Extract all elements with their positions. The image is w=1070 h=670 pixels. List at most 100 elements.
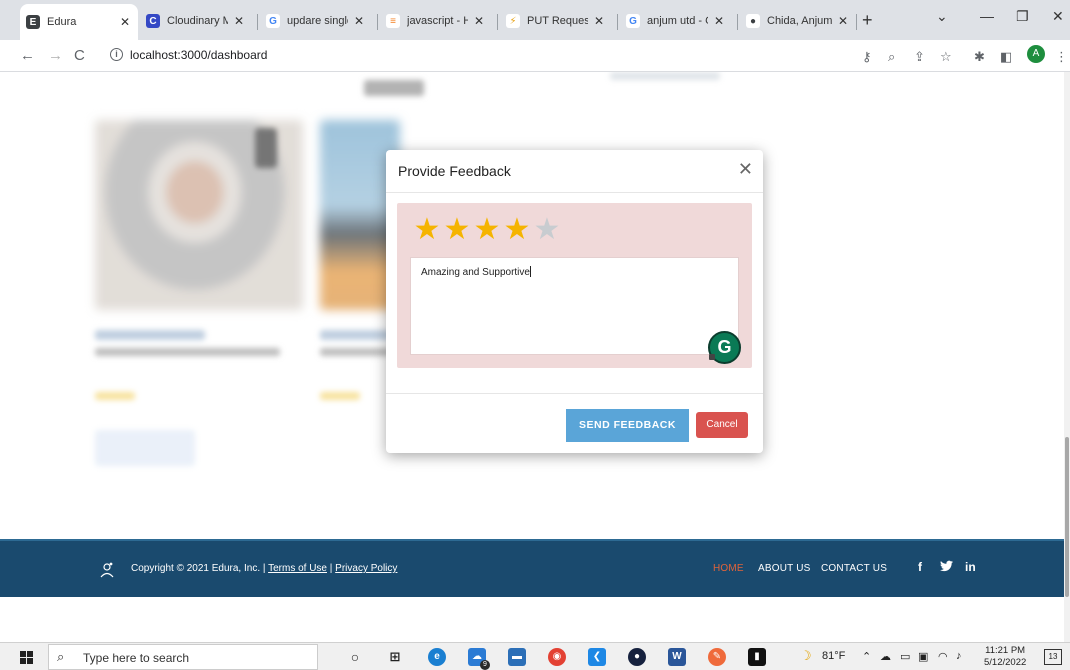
tab-edura[interactable]: E Edura ✕	[20, 4, 138, 40]
terms-of-use-link[interactable]: Terms of Use	[268, 563, 327, 574]
forward-arrow-icon[interactable]: →	[48, 47, 63, 64]
share-icon[interactable]: ⇪	[914, 49, 925, 65]
feedback-modal: Provide Feedback ✕ ★ ★ ★ ★ ★ Amazing and Sup…	[386, 150, 763, 453]
wifi-icon[interactable]: ◠	[938, 650, 948, 663]
file-explorer-icon[interactable]: ▬	[508, 648, 526, 666]
tab-separator	[497, 14, 498, 30]
send-feedback-button[interactable]: SEND FEEDBACK	[566, 409, 689, 442]
weather-temperature[interactable]: 81°F	[822, 650, 845, 662]
edge-browser-icon[interactable]: e	[428, 648, 446, 666]
google-favicon-icon: G	[626, 14, 640, 28]
tab-separator	[617, 14, 618, 30]
tab-chida-anjum[interactable]: ● Chida, Anjum ✕	[740, 7, 856, 35]
restore-icon[interactable]: ❐	[1016, 8, 1029, 25]
zoom-icon[interactable]: ⌕	[888, 49, 895, 65]
close-window-icon[interactable]: ✕	[1052, 8, 1064, 25]
tab-separator	[737, 14, 738, 30]
taskbar-search-box[interactable]: ⌕ Type here to search	[48, 644, 318, 670]
notification-count: 13	[1048, 652, 1058, 661]
back-arrow-icon[interactable]: ←	[20, 47, 35, 64]
star-icon-2[interactable]: ★	[442, 215, 472, 245]
tab-google-update[interactable]: G updare single ✕	[260, 7, 372, 35]
profile-avatar[interactable]: A	[1027, 45, 1045, 63]
modal-title: Provide Feedback	[398, 163, 511, 179]
tab-search-chevron-icon[interactable]: ⌄	[936, 8, 948, 25]
tab-cloudinary[interactable]: C Cloudinary Ma ✕	[140, 7, 252, 35]
tab-separator	[377, 14, 378, 30]
windows-taskbar: ⌕ Type here to search ○ ⊞ e ☁ 9 ▬ ◉ ❮ ● …	[0, 642, 1070, 670]
feedback-panel: ★ ★ ★ ★ ★ Amazing and Supportive G	[397, 203, 752, 368]
new-tab-button[interactable]: +	[862, 10, 873, 31]
volume-icon[interactable]: ♪	[956, 650, 962, 662]
cortana-icon[interactable]: ○	[346, 648, 364, 666]
tab-close-icon[interactable]: ✕	[232, 14, 246, 28]
twitter-icon[interactable]	[940, 560, 953, 575]
word-icon[interactable]: W	[668, 648, 686, 666]
tab-label: Edura	[47, 16, 77, 28]
display-tray-icon[interactable]: ▣	[918, 650, 928, 663]
edura-favicon-icon: E	[26, 15, 40, 29]
footer-nav-home[interactable]: HOME	[713, 563, 744, 574]
stackoverflow-favicon-icon: ≡	[386, 14, 400, 28]
star-rating[interactable]: ★ ★ ★ ★ ★	[412, 215, 562, 245]
footer-nav-about-us[interactable]: ABOUT US	[758, 563, 811, 574]
tab-google-anjum[interactable]: G anjum utd - G ✕	[620, 7, 732, 35]
page-scrollbar-thumb[interactable]	[1065, 437, 1069, 597]
notification-center-icon[interactable]: 13	[1044, 649, 1062, 665]
clock-time: 11:21 PM	[985, 645, 1026, 656]
star-icon-5[interactable]: ★	[532, 215, 562, 245]
task-view-icon[interactable]: ⊞	[386, 648, 404, 666]
windows-start-icon[interactable]	[20, 651, 33, 664]
tab-close-icon[interactable]: ✕	[592, 14, 606, 28]
tab-separator	[856, 14, 857, 30]
star-icon-4[interactable]: ★	[502, 215, 532, 245]
tab-close-icon[interactable]: ✕	[472, 14, 486, 28]
footer-nav-contact-us[interactable]: CONTACT US	[821, 563, 887, 574]
cancel-button[interactable]: Cancel	[696, 412, 748, 438]
tab-close-icon[interactable]: ✕	[712, 14, 726, 28]
modal-close-icon[interactable]: ✕	[738, 159, 753, 180]
onedrive-tray-icon[interactable]: ☁	[880, 650, 891, 663]
linkedin-icon[interactable]: in	[965, 560, 976, 574]
app-circle-icon[interactable]: ●	[628, 648, 646, 666]
battery-tray-icon[interactable]: ▭	[900, 650, 910, 663]
vscode-icon[interactable]: ❮	[588, 648, 606, 666]
edura-logo-icon	[100, 562, 114, 578]
dashboard-page: Copyright © 2021 Edura, Inc. | Terms of …	[0, 72, 1070, 642]
minimize-icon[interactable]: —	[980, 8, 994, 24]
taskbar-search-placeholder: Type here to search	[83, 651, 190, 665]
bookmark-star-icon[interactable]: ☆	[940, 49, 952, 65]
modal-footer-divider	[386, 393, 763, 394]
star-icon-3[interactable]: ★	[472, 215, 502, 245]
privacy-policy-link[interactable]: Privacy Policy	[335, 563, 397, 574]
site-footer: Copyright © 2021 Edura, Inc. | Terms of …	[0, 539, 1064, 597]
site-favicon-icon: ●	[746, 14, 760, 28]
menu-kebab-icon[interactable]: ⋮	[1055, 49, 1068, 65]
badge-count: 9	[480, 660, 490, 670]
tab-put-requests[interactable]: ⚡ PUT Requests ✕	[500, 7, 612, 35]
facebook-icon[interactable]: f	[918, 560, 922, 574]
chrome-icon[interactable]: ◉	[548, 648, 566, 666]
postman-icon[interactable]: ✎	[708, 648, 726, 666]
star-icon-1[interactable]: ★	[412, 215, 442, 245]
side-panel-icon[interactable]: ◧	[1000, 49, 1012, 65]
terminal-icon[interactable]: ▮	[748, 648, 766, 666]
copyright-text: Copyright © 2021 Edura, Inc. | Terms of …	[131, 563, 397, 574]
tab-close-icon[interactable]: ✕	[352, 14, 366, 28]
reload-icon[interactable]: C	[74, 47, 85, 64]
feedback-textarea[interactable]: Amazing and Supportive	[410, 257, 739, 355]
tab-close-icon[interactable]: ✕	[836, 14, 850, 28]
extensions-puzzle-icon[interactable]: ✱	[974, 49, 985, 65]
url-text[interactable]: localhost:3000/dashboard	[130, 48, 267, 62]
address-bar[interactable]: i localhost:3000/dashboard	[100, 43, 860, 69]
tray-chevron-icon[interactable]: ⌃	[862, 650, 871, 663]
put-requests-favicon-icon: ⚡	[506, 14, 520, 28]
grammarly-menu-icon[interactable]	[709, 354, 715, 360]
cloudinary-favicon-icon: C	[146, 14, 160, 28]
key-icon[interactable]: ⚷	[862, 49, 872, 65]
system-clock[interactable]: 11:21 PM 5/12/2022	[984, 645, 1026, 669]
site-info-icon[interactable]: i	[110, 48, 123, 61]
tab-close-icon[interactable]: ✕	[118, 15, 132, 29]
weather-moon-icon[interactable]: ☽	[800, 648, 812, 664]
tab-stackoverflow[interactable]: ≡ javascript - Ho ✕	[380, 7, 492, 35]
